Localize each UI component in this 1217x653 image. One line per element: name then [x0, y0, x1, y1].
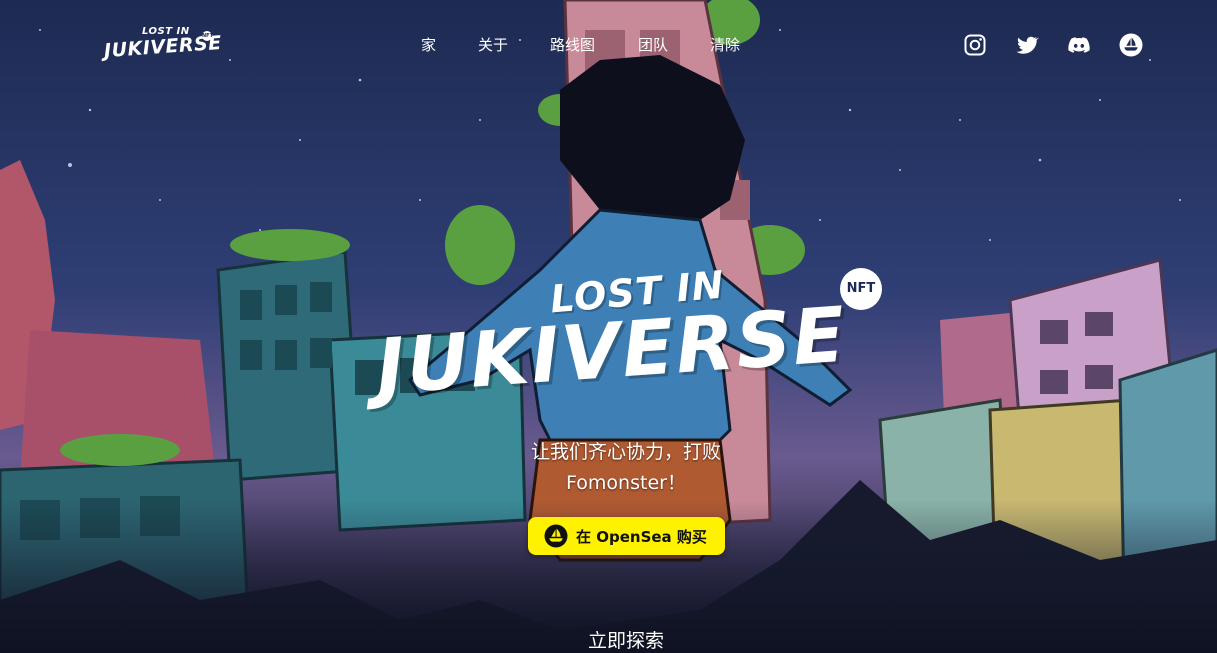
- opensea-icon[interactable]: [1119, 33, 1143, 57]
- hero-tagline: 让我们齐心协力，打败 Fomonster！: [458, 437, 794, 499]
- twitter-icon[interactable]: [1015, 33, 1039, 57]
- instagram-icon[interactable]: [963, 33, 987, 57]
- buy-button-label: 在 OpenSea 购买: [576, 527, 707, 546]
- buy-on-opensea-button[interactable]: 在 OpenSea 购买: [528, 517, 725, 555]
- hero-title-big: JUKIVERSE: [373, 289, 850, 412]
- hero-nft-badge: NFT: [840, 268, 882, 310]
- hero-title-logo: LOST IN JUKIVERSE NFT: [373, 262, 884, 418]
- nav-item-clear[interactable]: 清除: [710, 34, 740, 55]
- hero-tagline-line2: Fomonster！: [566, 472, 686, 494]
- discord-icon[interactable]: [1067, 33, 1091, 57]
- opensea-icon: [544, 524, 568, 548]
- nav-item-about[interactable]: 关于: [478, 34, 508, 55]
- explore-now-link[interactable]: 立即探索: [566, 626, 686, 653]
- hero-tagline-line1: 让我们齐心协力，打败: [530, 441, 721, 463]
- nav-item-home[interactable]: 家: [421, 34, 436, 55]
- nav-item-team[interactable]: 团队: [638, 34, 668, 55]
- nav-item-roadmap[interactable]: 路线图: [550, 34, 595, 55]
